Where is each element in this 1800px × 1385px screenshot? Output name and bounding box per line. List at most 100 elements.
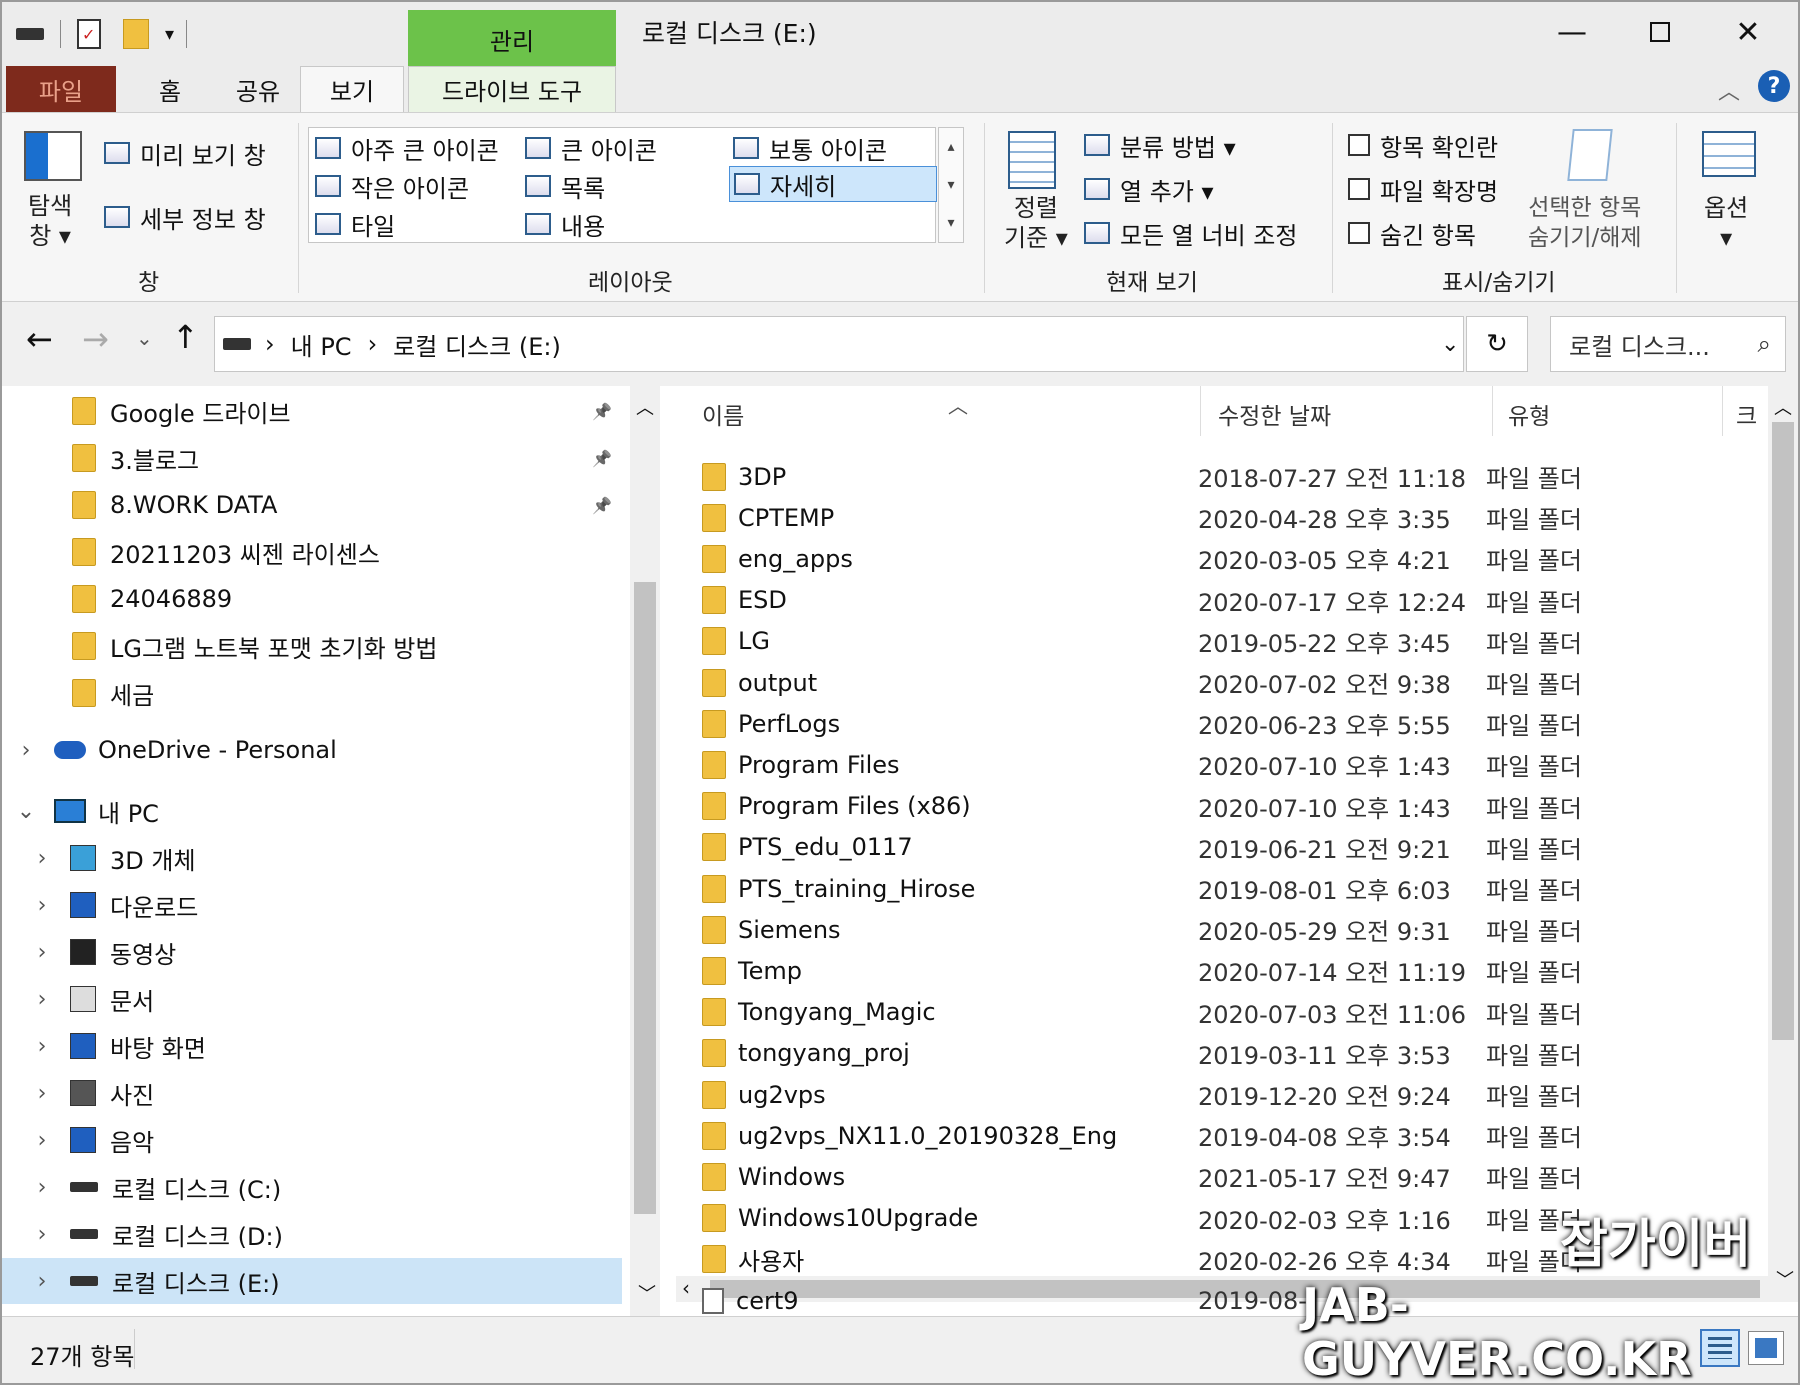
address-dropdown-icon[interactable]: ⌄ [1441, 332, 1459, 357]
checkbox[interactable] [1348, 178, 1370, 200]
maximize-button[interactable] [1620, 10, 1700, 54]
layout-tiles[interactable]: 타일 [315, 206, 395, 242]
expand-chevron-icon[interactable]: › [24, 1034, 60, 1059]
nav-scrollbar[interactable]: ︿ ﹀ [630, 386, 660, 1316]
pin-icon[interactable]: 📌 [592, 496, 612, 515]
collapse-ribbon-icon[interactable]: ︿ [1718, 74, 1740, 106]
scroll-left-icon[interactable]: ‹ [682, 1276, 690, 1300]
expand-chevron-icon[interactable]: › [24, 1222, 60, 1247]
layout-details[interactable]: 자세히 [729, 166, 937, 202]
nav-item-pc-child[interactable]: › 로컬 디스크 (C:) [2, 1164, 622, 1210]
expand-chevron-icon[interactable]: › [24, 1175, 60, 1200]
close-button[interactable]: ✕ [1708, 10, 1788, 54]
item-checkboxes-toggle[interactable]: 항목 확인란 [1348, 127, 1498, 163]
search-icon[interactable]: ⌕ [1758, 330, 1771, 358]
table-row[interactable]: Program Files 2020-07-10 오후 1:43 파일 폴더 [702, 744, 1762, 785]
drive-icon[interactable] [16, 28, 44, 40]
tab-view[interactable]: 보기 [300, 66, 404, 112]
table-row[interactable]: ug2vps_NX11.0_20190328_Eng 2019-04-08 오후 … [702, 1115, 1762, 1156]
new-folder-icon[interactable] [123, 19, 149, 49]
tab-share[interactable]: 공유 [208, 66, 308, 112]
nav-item-pc-child[interactable]: › 사진 [2, 1070, 622, 1116]
nav-item-pc-child[interactable]: › 바탕 화면 [2, 1023, 622, 1069]
collapse-chevron-icon[interactable]: ⌄ [8, 799, 44, 824]
properties-icon[interactable]: ✓ [77, 19, 101, 49]
quick-access-item[interactable]: 8.WORK DATA 📌 [2, 482, 622, 528]
list-scrollbar[interactable]: ︿ ﹀ [1768, 386, 1798, 1302]
table-row[interactable]: Windows 2021-05-17 오전 9:47 파일 폴더 [702, 1156, 1762, 1197]
address-bar[interactable]: › 내 PC › 로컬 디스크 (E:) ⌄ [214, 316, 1464, 372]
nav-pane-button[interactable]: 탐색 창 ▾ [28, 191, 72, 251]
expand-chevron-icon[interactable]: › [24, 987, 60, 1012]
breadcrumb-drive[interactable]: 로컬 디스크 (E:) [393, 327, 561, 362]
nav-item-pc-child[interactable]: › 로컬 디스크 (E:) [2, 1258, 622, 1304]
nav-item-pc-child[interactable]: › 다운로드 [2, 882, 622, 928]
help-icon[interactable]: ? [1758, 70, 1790, 102]
nav-item-pc-child[interactable]: › 동영상 [2, 929, 622, 975]
table-row[interactable]: Program Files (x86) 2020-07-10 오후 1:43 파일 … [702, 786, 1762, 827]
checkbox[interactable] [1348, 134, 1370, 156]
table-row[interactable]: output 2020-07-02 오전 9:38 파일 폴더 [702, 662, 1762, 703]
table-row[interactable]: Tongyang_Magic 2020-07-03 오전 11:06 파일 폴더 [702, 992, 1762, 1033]
column-divider[interactable] [1722, 386, 1723, 436]
expand-chevron-icon[interactable]: › [24, 846, 60, 871]
tab-drive-tools[interactable]: 드라이브 도구 [408, 66, 616, 112]
table-row[interactable]: PTS_training_Hirose 2019-08-01 오후 6:03 파일 … [702, 868, 1762, 909]
table-row[interactable]: Temp 2020-07-14 오전 11:19 파일 폴더 [702, 950, 1762, 991]
expand-chevron-icon[interactable]: › [24, 1081, 60, 1106]
pin-icon[interactable]: 📌 [592, 449, 612, 468]
group-by-button[interactable]: 분류 방법 ▾ [1084, 127, 1236, 163]
forward-button[interactable]: → [82, 320, 109, 358]
quick-access-item[interactable]: 24046889 [2, 576, 622, 622]
layout-list[interactable]: 목록 [525, 168, 605, 204]
quick-access-item[interactable]: LG그램 노트북 포맷 초기화 방법 [2, 623, 622, 669]
column-header-modified[interactable]: 수정한 날짜 [1218, 386, 1331, 442]
column-header-name[interactable]: 이름 [702, 386, 744, 442]
column-header-size[interactable]: 크 [1736, 386, 1757, 442]
quick-access-item[interactable]: 세금 [2, 670, 622, 716]
layout-large-icons[interactable]: 큰 아이콘 [525, 130, 657, 166]
table-row[interactable]: tongyang_proj 2019-03-11 오후 3:53 파일 폴더 [702, 1033, 1762, 1074]
column-header-type[interactable]: 유형 [1508, 386, 1550, 442]
fit-columns-button[interactable]: 모든 열 너비 조정 [1084, 215, 1297, 251]
minimize-button[interactable]: — [1532, 10, 1612, 54]
table-row[interactable]: 3DP 2018-07-27 오전 11:18 파일 폴더 [702, 456, 1762, 497]
scroll-down-icon[interactable]: ﹀ [638, 1280, 656, 1306]
column-divider[interactable] [1492, 386, 1493, 436]
options-button[interactable]: 옵션 ▾ [1704, 193, 1748, 253]
scroll-up-icon[interactable]: ︿ [630, 394, 660, 420]
quick-access-item[interactable]: 3.블로그 📌 [2, 435, 622, 481]
checkbox[interactable] [1348, 222, 1370, 244]
scroll-thumb[interactable] [1772, 422, 1794, 1040]
nav-item-pc-child[interactable]: › 음악 [2, 1117, 622, 1163]
up-button[interactable]: ↑ [172, 318, 199, 356]
table-row[interactable]: ug2vps 2019-12-20 오전 9:24 파일 폴더 [702, 1074, 1762, 1115]
quick-access-item[interactable]: Google 드라이브 📌 [2, 388, 622, 434]
expand-chevron-icon[interactable]: › [24, 893, 60, 918]
table-row[interactable]: eng_apps 2020-03-05 오후 4:21 파일 폴더 [702, 538, 1762, 579]
add-columns-button[interactable]: 열 추가 ▾ [1084, 171, 1214, 207]
expand-chevron-icon[interactable]: › [24, 940, 60, 965]
nav-item-onedrive[interactable]: › OneDrive - Personal [2, 727, 622, 773]
pin-icon[interactable]: 📌 [592, 402, 612, 421]
table-row[interactable]: PerfLogs 2020-06-23 오후 5:55 파일 폴더 [702, 703, 1762, 744]
tab-home[interactable]: 홈 [120, 66, 220, 112]
nav-item-this-pc[interactable]: ⌄ 내 PC [2, 788, 622, 834]
preview-pane-button[interactable]: 미리 보기 창 [104, 135, 266, 171]
details-pane-button[interactable]: 세부 정보 창 [104, 199, 266, 235]
nav-item-pc-child[interactable]: › 문서 [2, 976, 622, 1022]
recent-locations-button[interactable]: ⌄ [136, 326, 153, 350]
refresh-button[interactable]: ↻ [1466, 316, 1528, 372]
search-input[interactable]: 로컬 디스크... ⌕ [1550, 316, 1786, 372]
quick-access-item[interactable]: 20211203 씨젠 라이센스 [2, 529, 622, 575]
expand-chevron-icon[interactable]: › [24, 1269, 60, 1294]
column-divider[interactable] [1200, 386, 1201, 436]
table-row[interactable]: LG 2019-05-22 오후 3:45 파일 폴더 [702, 621, 1762, 662]
sort-by-button[interactable]: 정렬 기준 ▾ [1004, 193, 1068, 253]
expand-chevron-icon[interactable]: › [8, 738, 44, 763]
breadcrumb-pc[interactable]: 내 PC [291, 327, 352, 362]
expand-chevron-icon[interactable]: › [24, 1128, 60, 1153]
layout-medium-icons[interactable]: 보통 아이콘 [733, 130, 887, 166]
back-button[interactable]: ← [26, 320, 53, 358]
hide-selected-button[interactable]: 선택한 항목 숨기기/해제 [1528, 193, 1642, 253]
